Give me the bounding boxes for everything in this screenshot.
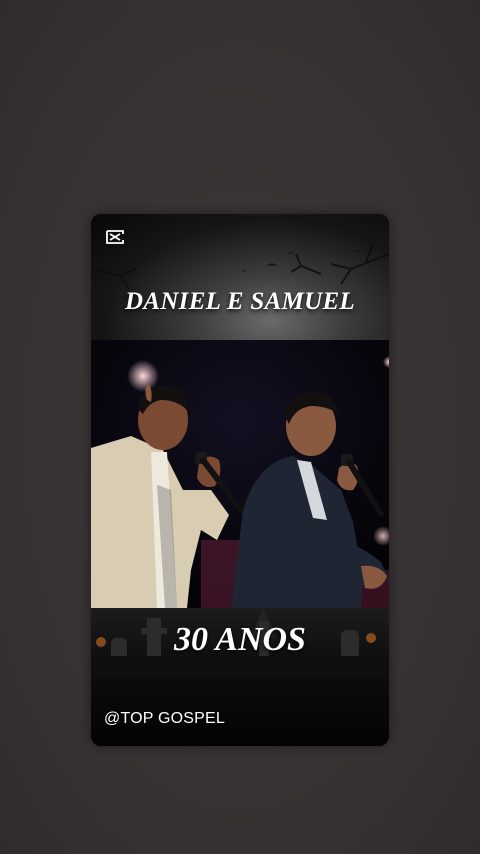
channel-handle: @TOP GOSPEL xyxy=(104,710,226,727)
singers-photo xyxy=(91,340,389,608)
branches-decoration xyxy=(91,243,389,290)
video-title-top: DANIEL E SAMUEL xyxy=(124,288,355,315)
capcut-logo-icon xyxy=(106,230,124,244)
video-title-bottom: 30 ANOS xyxy=(174,621,306,658)
title-banner: DANIEL E SAMUEL xyxy=(91,214,389,340)
video-card[interactable]: DANIEL E SAMUEL 30 ANOS @TOP GOSPEL xyxy=(91,214,389,746)
